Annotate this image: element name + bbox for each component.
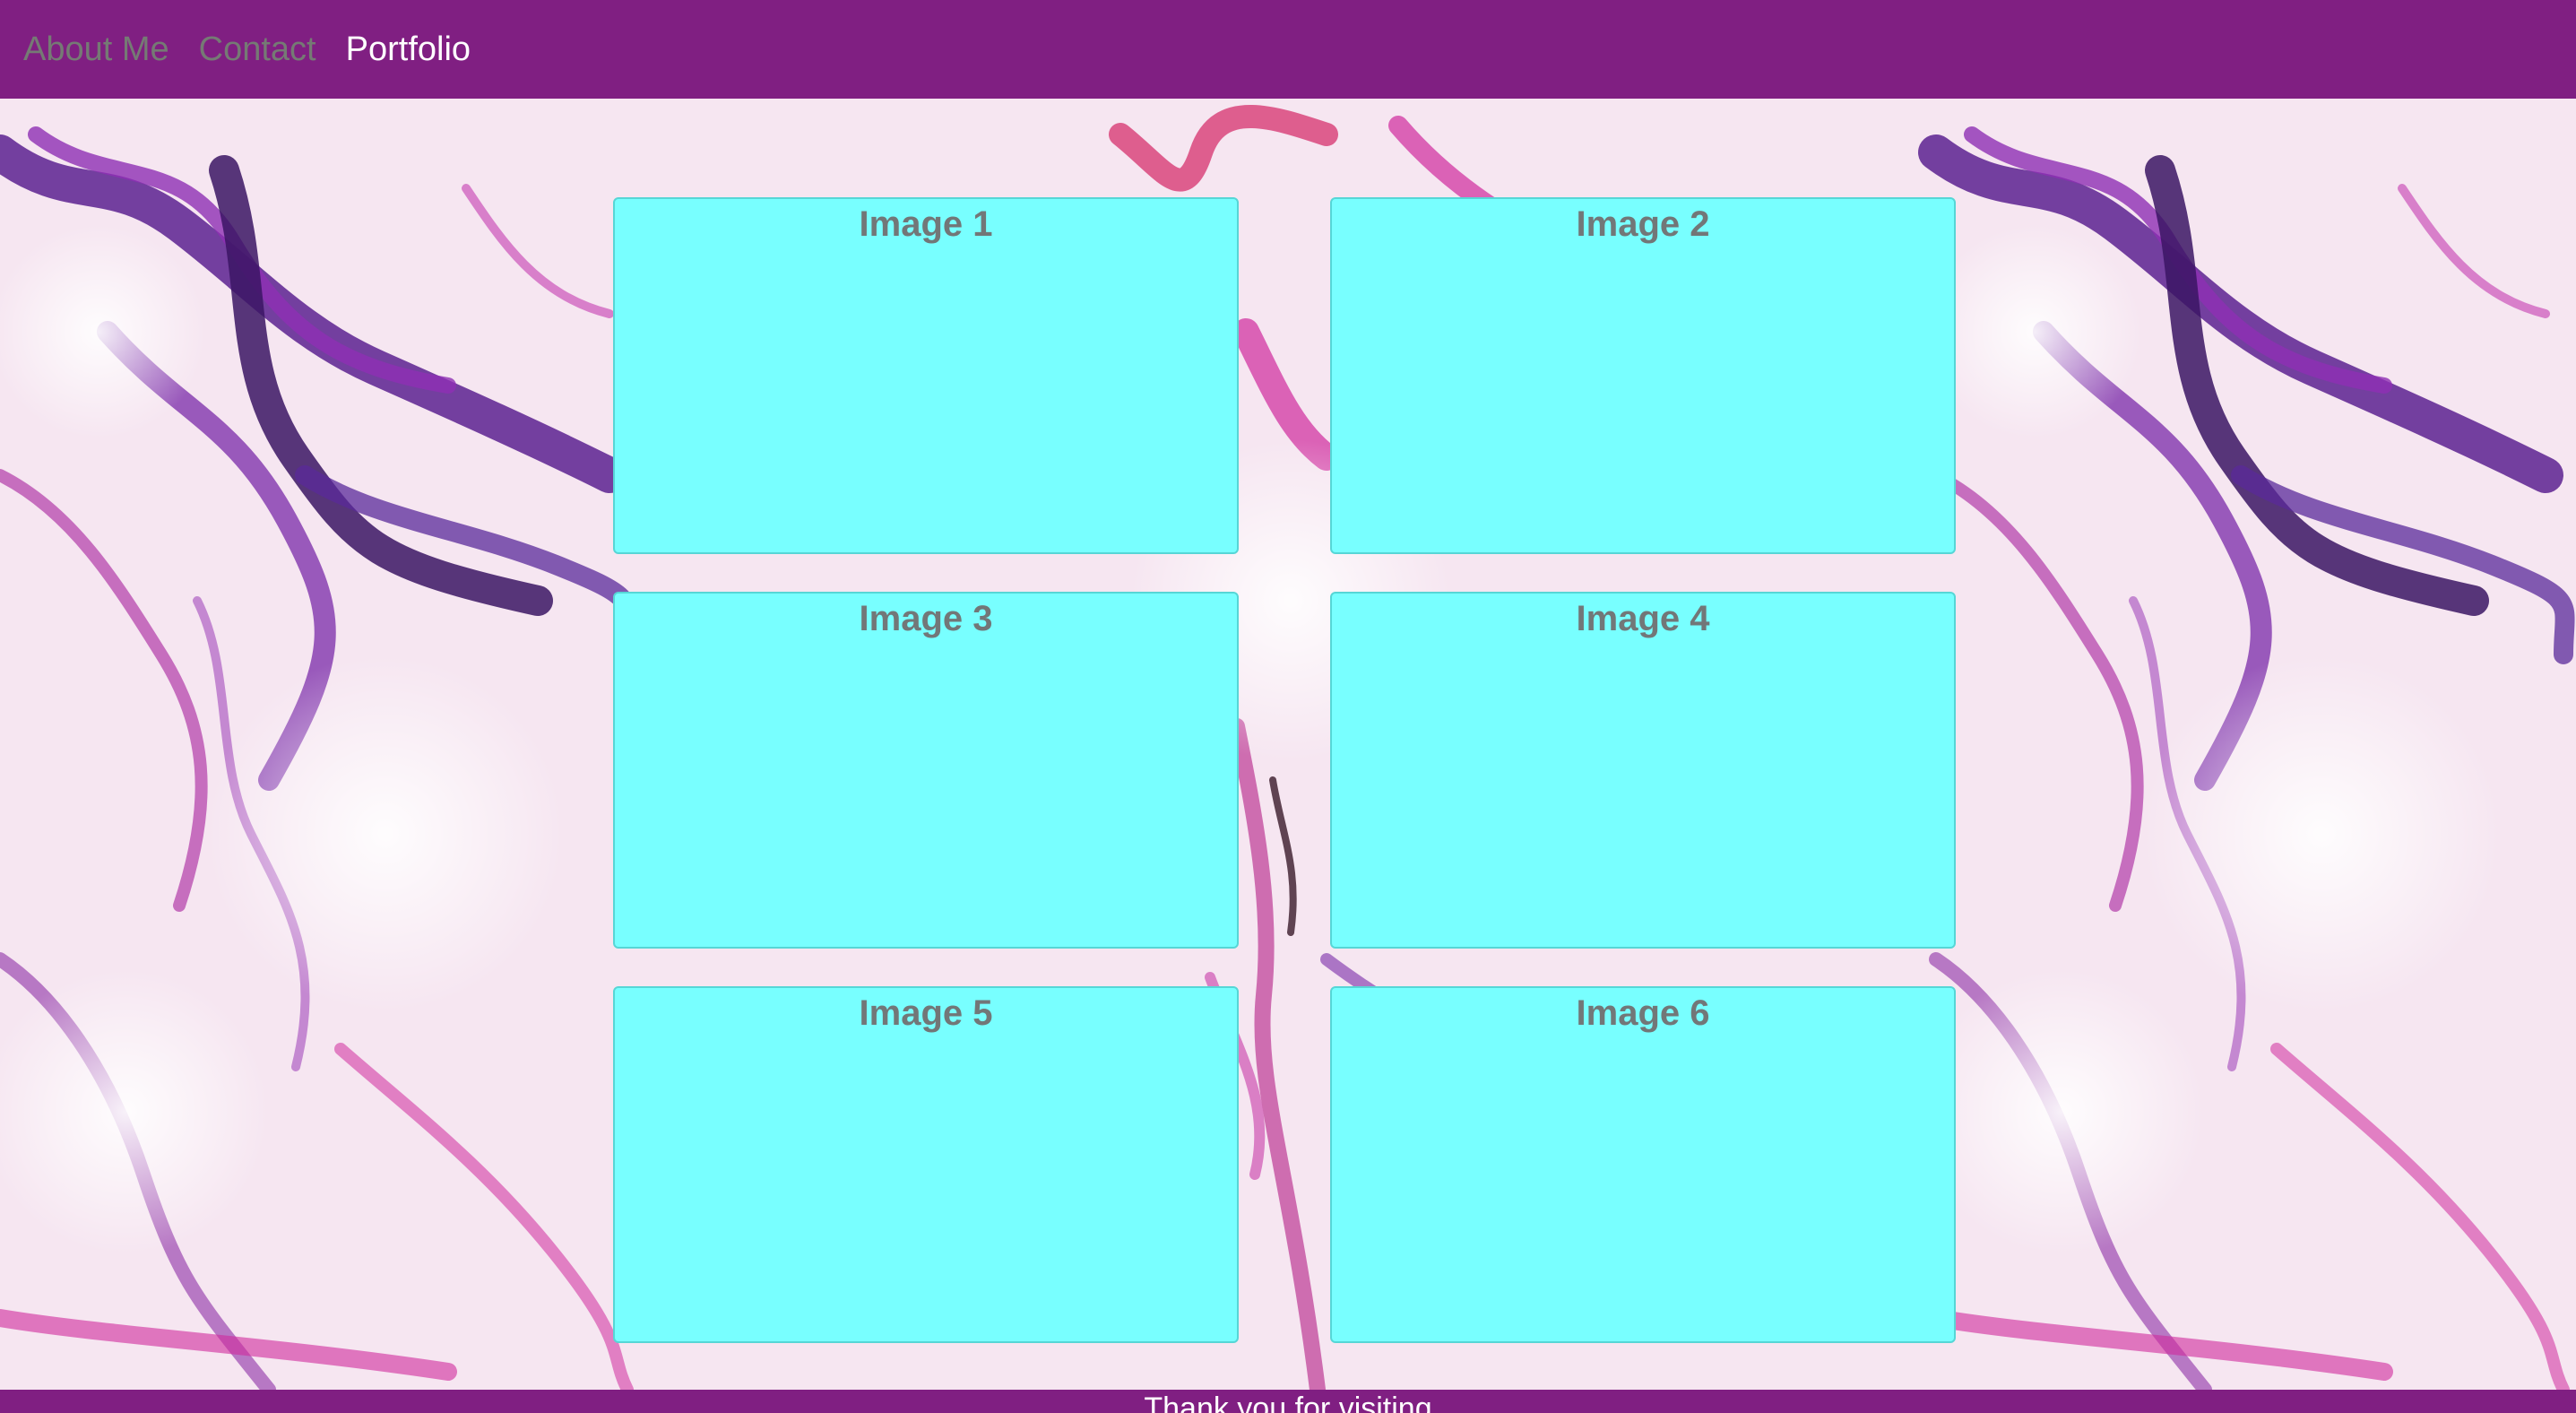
marble-background: [0, 99, 2576, 1390]
gallery-card[interactable]: Image 4: [1330, 592, 1956, 949]
nav-link-contact[interactable]: Contact: [199, 32, 316, 66]
nav-link-about-me[interactable]: About Me: [23, 32, 169, 66]
card-title: Image 1: [859, 204, 993, 244]
card-title: Image 5: [859, 993, 993, 1033]
gallery-card[interactable]: Image 5: [613, 986, 1239, 1343]
footer: Thank you for visiting: [0, 1390, 2576, 1413]
card-title: Image 3: [859, 599, 993, 638]
gallery-card[interactable]: Image 6: [1330, 986, 1956, 1343]
gallery-card[interactable]: Image 1: [613, 197, 1239, 554]
gallery-card[interactable]: Image 2: [1330, 197, 1956, 554]
card-title: Image 4: [1576, 599, 1710, 638]
nav-link-portfolio[interactable]: Portfolio: [346, 32, 471, 66]
card-title: Image 6: [1576, 993, 1710, 1033]
top-navbar: About Me Contact Portfolio: [0, 0, 2576, 99]
card-title: Image 2: [1576, 204, 1710, 244]
footer-text: Thank you for visiting: [1144, 1391, 1432, 1413]
gallery-card[interactable]: Image 3: [613, 592, 1239, 949]
